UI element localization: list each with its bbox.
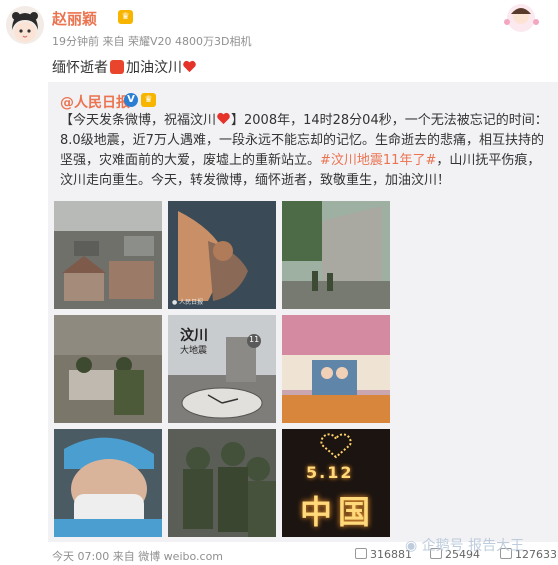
post-text-a: 缅怀逝者 — [52, 60, 108, 76]
image-nurse[interactable] — [54, 429, 162, 537]
image-watermark: ● 人民日报 — [172, 299, 204, 306]
heart-icon — [183, 60, 196, 73]
overlay-title: 汶川 — [180, 328, 208, 344]
overlay-number: 11 — [249, 335, 260, 344]
overlay-subtitle: 大地震 — [180, 346, 208, 356]
profile-decoration — [481, 0, 545, 34]
watermark: ◉ 企鹅号 报告大王 — [405, 535, 524, 555]
candle-emoji-icon — [110, 60, 124, 74]
heart-icon — [217, 112, 230, 125]
repost-icon — [355, 548, 367, 559]
image-soldiers[interactable] — [168, 429, 276, 537]
verified-v-icon: V — [124, 93, 138, 107]
watermark-text: 企鹅号 报告大王 — [421, 538, 525, 554]
penguin-icon: ◉ — [405, 538, 418, 554]
candle-text-china: 中国 — [300, 493, 377, 531]
post-text: 缅怀逝者 加油汶川 — [52, 57, 197, 77]
topic-link[interactable]: #汶川地震11年了# — [320, 153, 436, 168]
image-rescue-stretcher[interactable] — [54, 315, 162, 423]
image-candles[interactable]: 5.12 中国 — [282, 429, 390, 537]
repost-stat[interactable]: 316881 — [355, 548, 412, 561]
post-meta: 19分钟前 来自 荣耀V20 4800万3D相机 — [52, 35, 252, 48]
candle-text-date: 5.12 — [306, 463, 354, 482]
original-post-meta: 今天 07:00 来自 微博 weibo.com — [52, 550, 224, 563]
vip-crown-icon: ♛ — [141, 93, 156, 107]
avatar[interactable] — [6, 6, 44, 44]
image-photo-memorial[interactable] — [282, 315, 390, 423]
username[interactable]: 赵丽颖 — [52, 8, 97, 29]
image-holding-hands[interactable]: ● 人民日报 — [168, 201, 276, 309]
original-text-a: 【今天发条微博，祝福汶川 — [60, 113, 217, 128]
image-ruined-town[interactable] — [54, 201, 162, 309]
image-wenchuan-clock[interactable]: 汶川 大地震 11 — [168, 315, 276, 423]
post-text-b: 加油汶川 — [126, 60, 182, 76]
vip-crown-icon: ♛ — [118, 10, 133, 24]
original-text: 【今天发条微博，祝福汶川 】2008年，14时28分04秒，一个无法被忘记的时间：… — [60, 111, 548, 191]
original-author[interactable]: @人民日报 — [60, 92, 130, 112]
image-collapsed-building[interactable] — [282, 201, 390, 309]
